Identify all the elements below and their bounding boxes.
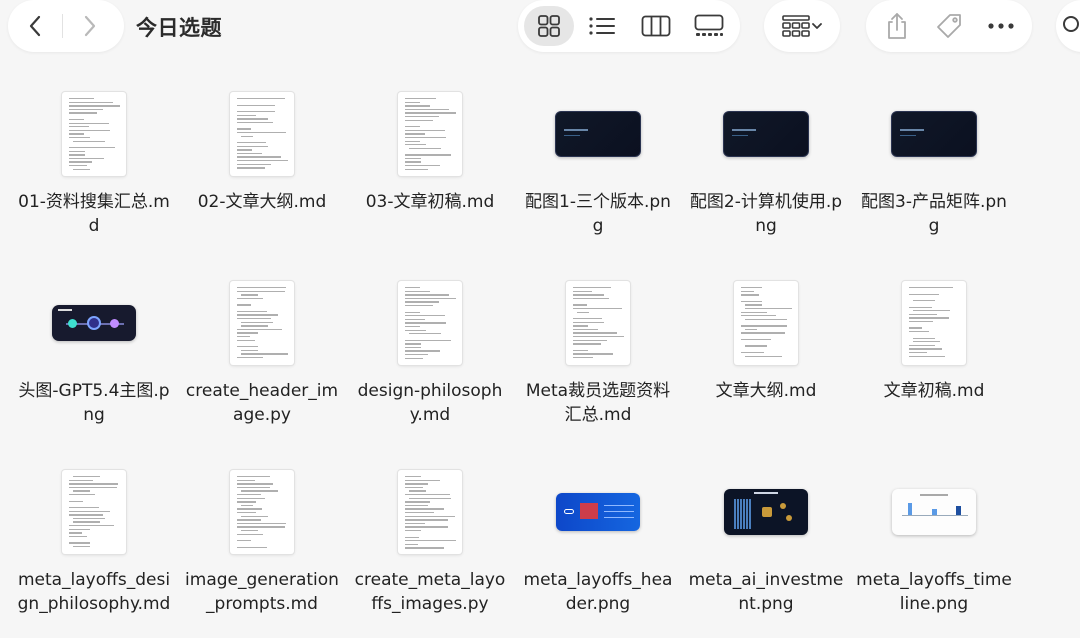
document-preview [566,281,630,365]
window-title: 今日选题 [136,16,222,40]
file-name: meta_layoffs_timeline.png [856,570,1012,614]
document-preview [230,92,294,176]
grid-view-icon [538,15,560,37]
file-thumbnail[interactable] [682,273,850,373]
file-name: create_meta_layoffs_images.py [354,570,506,614]
icon-view-button[interactable] [524,6,574,46]
file-thumbnail[interactable] [850,462,1018,562]
file-name: 文章大纲.md [715,381,817,401]
file-thumbnail[interactable] [850,273,1018,373]
file-name: 02-文章大纲.md [197,192,327,212]
file-thumbnail[interactable] [178,273,346,373]
more-icon [988,23,1014,29]
file-item[interactable]: create_header_image.py [178,273,346,427]
list-view-icon [589,17,616,35]
file-name: 文章初稿.md [883,381,985,401]
image-preview [556,493,640,531]
file-name: 配图2-计算机使用.png [689,192,843,236]
file-name: Meta裁员选题资料汇总.md [525,381,671,425]
file-item[interactable]: Meta裁员选题资料汇总.md [514,273,682,427]
file-item[interactable]: 配图3-产品矩阵.png [850,84,1018,238]
file-item[interactable]: 02-文章大纲.md [178,84,346,214]
more-button[interactable] [976,6,1026,46]
back-button[interactable] [8,6,62,46]
file-thumbnail[interactable] [346,273,514,373]
list-view-button[interactable] [577,6,627,46]
chevron-left-icon [29,15,41,37]
file-name: meta_layoffs_header.png [523,570,673,614]
file-thumbnail[interactable] [514,273,682,373]
file-thumbnail[interactable] [10,273,178,373]
image-preview [724,489,808,535]
file-thumbnail[interactable] [178,462,346,562]
file-item[interactable]: 头图-GPT5.4主图.png [10,273,178,427]
file-name: 03-文章初稿.md [365,192,495,212]
view-mode-pill [518,0,740,52]
file-thumbnail[interactable] [346,462,514,562]
file-thumbnail[interactable] [514,462,682,562]
image-preview [555,111,641,157]
chevron-right-icon [84,15,96,37]
tag-button[interactable] [924,6,974,46]
document-preview [398,281,462,365]
file-item[interactable]: meta_layoffs_timeline.png [850,462,1018,616]
tag-icon [937,14,961,38]
file-name: image_generation_prompts.md [185,570,339,614]
file-name: meta_ai_investment.png [688,570,844,614]
image-preview [723,111,809,157]
file-thumbnail[interactable] [346,84,514,184]
file-thumbnail[interactable] [514,84,682,184]
file-item[interactable]: 文章大纲.md [682,273,850,403]
file-item[interactable]: design-philosophy.md [346,273,514,427]
file-item[interactable]: meta_ai_investment.png [682,462,850,616]
image-preview [52,305,136,341]
search-pill[interactable] [1056,0,1080,52]
document-preview [902,281,966,365]
file-item[interactable]: 配图2-计算机使用.png [682,84,850,238]
file-thumbnail[interactable] [850,84,1018,184]
document-preview [734,281,798,365]
document-preview [230,470,294,554]
group-by-icon [782,15,822,37]
file-name: 01-资料搜集汇总.md [18,192,170,236]
group-pill [764,0,840,52]
document-preview [398,470,462,554]
file-thumbnail[interactable] [10,462,178,562]
file-name: create_header_image.py [185,381,339,425]
actions-pill [866,0,1032,52]
file-name: design-philosophy.md [357,381,503,425]
file-name: 配图1-三个版本.png [525,192,671,236]
share-icon [888,13,906,39]
file-item[interactable]: meta_layoffs_design_philosophy.md [10,462,178,616]
column-view-icon [641,15,671,37]
file-item[interactable]: 文章初稿.md [850,273,1018,403]
file-name: meta_layoffs_design_philosophy.md [17,570,171,614]
image-preview [892,489,976,535]
file-thumbnail[interactable] [178,84,346,184]
document-preview [62,92,126,176]
file-item[interactable]: 03-文章初稿.md [346,84,514,214]
document-preview [62,470,126,554]
file-item[interactable]: create_meta_layoffs_images.py [346,462,514,616]
file-name: 配图3-产品矩阵.png [861,192,1007,236]
document-preview [230,281,294,365]
column-view-button[interactable] [631,6,681,46]
file-name: 头图-GPT5.4主图.png [18,381,170,425]
group-by-button[interactable] [770,6,834,46]
file-thumbnail[interactable] [682,462,850,562]
navigation-pill [8,0,124,52]
file-item[interactable]: meta_layoffs_header.png [514,462,682,616]
file-item[interactable]: image_generation_prompts.md [178,462,346,616]
file-item[interactable]: 配图1-三个版本.png [514,84,682,238]
forward-button[interactable] [63,6,117,46]
gallery-view-icon [694,14,724,36]
share-button[interactable] [872,6,922,46]
document-preview [398,92,462,176]
file-item[interactable]: 01-资料搜集汇总.md [10,84,178,238]
search-icon [1063,16,1079,32]
file-thumbnail[interactable] [10,84,178,184]
file-thumbnail[interactable] [682,84,850,184]
image-preview [891,111,977,157]
gallery-view-button[interactable] [684,6,734,46]
